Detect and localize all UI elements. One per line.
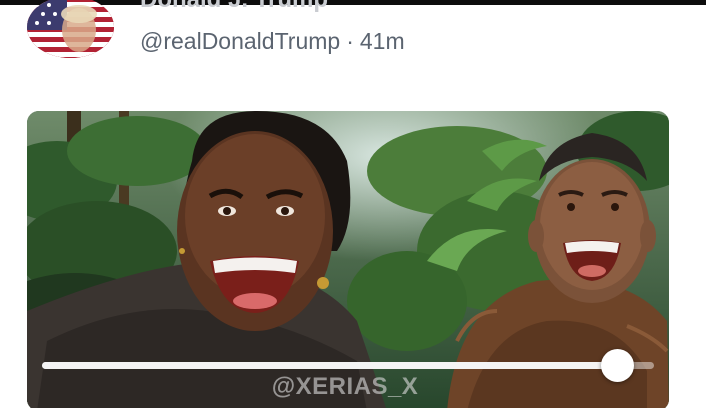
video-scrubber[interactable] (42, 349, 654, 382)
profile-avatar[interactable] (27, 0, 114, 58)
flag-avatar-icon (27, 0, 114, 58)
post-screen: Donald J. Trump @realDonaldTrump·41m (0, 0, 706, 408)
post-header: Donald J. Trump @realDonaldTrump·41m (26, 0, 686, 66)
post-timestamp[interactable]: 41m (360, 28, 405, 54)
user-handle[interactable]: @realDonaldTrump (140, 28, 340, 54)
post-meta: @realDonaldTrump · 41m (140, 28, 405, 58)
scrubber-progress (42, 362, 618, 369)
display-name[interactable]: Donald J. Trump (140, 0, 328, 13)
video-player[interactable]: @XERIAS_X (27, 111, 669, 408)
meta-separator: · (346, 28, 354, 54)
display-name-text: Donald J. Trump (140, 0, 328, 13)
video-watermark: @XERIAS_X (271, 373, 419, 400)
